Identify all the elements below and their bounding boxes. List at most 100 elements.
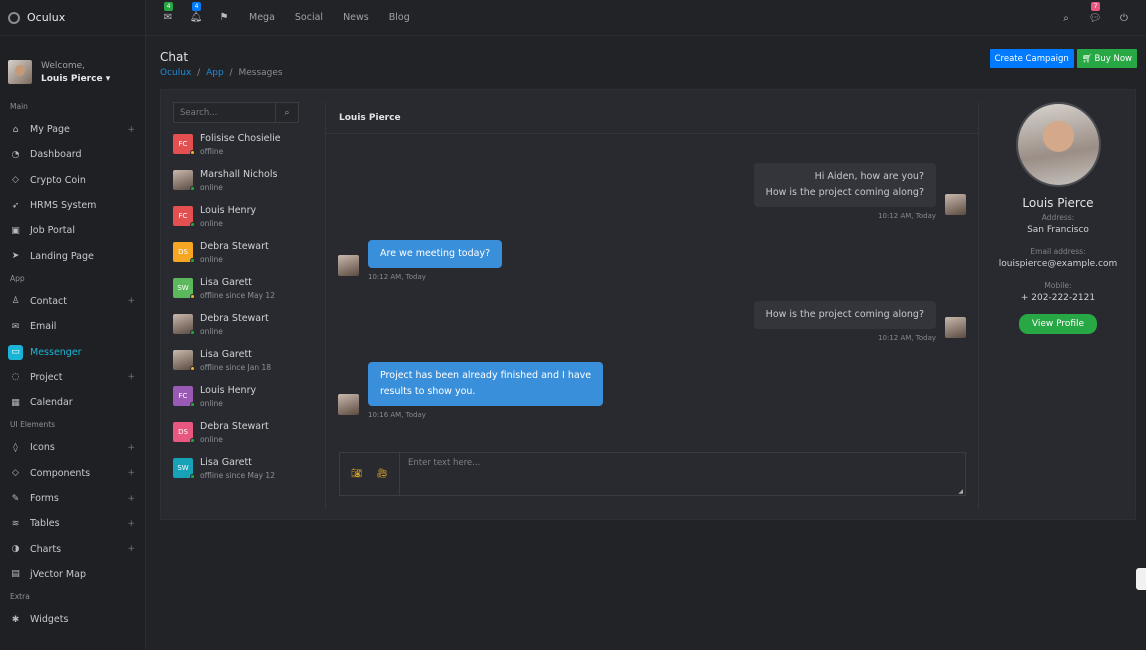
expand-icon[interactable]: + bbox=[127, 494, 135, 504]
profile-name: Louis Pierce bbox=[1022, 196, 1094, 210]
sidebar-item-icons[interactable]: ◊ Icons + bbox=[0, 435, 145, 460]
sidebar-item-label: Charts bbox=[30, 543, 62, 555]
topnav-mega[interactable]: Mega bbox=[249, 12, 275, 23]
layers-icon: ≋ bbox=[11, 518, 20, 529]
sidebar-item-label: Components bbox=[30, 467, 91, 479]
create-campaign-button[interactable]: Create Campaign bbox=[989, 49, 1074, 68]
search-icon[interactable]: ⌕ bbox=[275, 102, 298, 123]
sidebar-item-tables[interactable]: ≋ Tables + bbox=[0, 511, 145, 536]
bell-icon[interactable]: 🔔︎ 4 bbox=[189, 1, 203, 25]
camera-icon[interactable]: 📷︎ bbox=[351, 469, 362, 479]
message-line: Are we meeting today? bbox=[380, 248, 491, 259]
contact-status: offline since Jan 18 bbox=[200, 362, 272, 372]
resize-handle-icon[interactable]: ◢ bbox=[958, 488, 963, 495]
contact-status: online bbox=[200, 218, 223, 228]
message-bubble: Hi Aiden, how are you? How is the project… bbox=[753, 163, 936, 207]
expand-icon[interactable]: + bbox=[127, 443, 135, 453]
sidebar-item-email[interactable]: ✉ Email bbox=[0, 314, 145, 339]
message-time: 10:16 AM, Today bbox=[368, 411, 426, 419]
search-input[interactable]: Search... bbox=[174, 108, 275, 118]
expand-icon[interactable]: + bbox=[127, 544, 135, 554]
contact-name: Lisa Garett bbox=[200, 456, 252, 468]
settings-toggle[interactable] bbox=[1136, 568, 1146, 590]
topnav-blog[interactable]: Blog bbox=[389, 12, 410, 23]
sidebar-item-landing-page[interactable]: ➤ Landing Page bbox=[0, 243, 145, 268]
buy-now-button[interactable]: 🛒︎ Buy Now bbox=[1076, 49, 1137, 68]
avatar-initials: FC bbox=[178, 392, 188, 400]
message-outgoing: Project has been already finished and I … bbox=[368, 362, 604, 419]
power-icon[interactable]: ⏻ bbox=[1117, 11, 1131, 25]
contact-item[interactable]: DS Debra Stewart online bbox=[173, 234, 299, 270]
contact-item[interactable]: SW Lisa Garett offline since May 12 bbox=[173, 450, 299, 486]
breadcrumb-oculux[interactable]: Oculux bbox=[160, 68, 191, 78]
expand-icon[interactable]: + bbox=[127, 519, 135, 529]
expand-icon[interactable]: + bbox=[127, 296, 135, 306]
topnav-news[interactable]: News bbox=[343, 12, 369, 23]
chat-icon[interactable]: 💬︎ 7 bbox=[1088, 2, 1102, 25]
avatar bbox=[173, 350, 195, 371]
contact-name: Louis Henry bbox=[200, 384, 257, 396]
sidebar-item-hrms-system[interactable]: ➶ HRMS System bbox=[0, 193, 145, 218]
view-profile-button[interactable]: View Profile bbox=[1018, 314, 1098, 334]
chat-badge: 7 bbox=[1091, 2, 1100, 11]
mail-badge: 4 bbox=[164, 1, 173, 11]
expand-icon[interactable]: + bbox=[127, 125, 135, 135]
avatar: FC bbox=[173, 386, 195, 407]
home-icon: ⌂ bbox=[12, 124, 19, 135]
sidebar-item-forms[interactable]: ✎ Forms + bbox=[0, 486, 145, 511]
sidebar-item-contact[interactable]: ♙ Contact + bbox=[0, 289, 145, 314]
avatar bbox=[945, 317, 966, 338]
messenger-panel: Search... ⌕ FC Folisise Chosielie offline M… bbox=[160, 89, 1136, 520]
contact-item[interactable]: SW Lisa Garett offline since May 12 bbox=[173, 270, 299, 306]
sidebar-item-widgets[interactable]: ✱ Widgets bbox=[0, 607, 145, 632]
contact-item[interactable]: Marshall Nichols online bbox=[173, 162, 299, 198]
breadcrumb-app[interactable]: App bbox=[206, 68, 224, 78]
sidebar-item-charts[interactable]: ◑ Charts + bbox=[0, 536, 145, 561]
status-dot bbox=[190, 186, 195, 191]
rocket-icon: ➶ bbox=[11, 200, 20, 211]
message-input[interactable]: Enter text here... ◢ bbox=[400, 453, 965, 495]
status-dot bbox=[190, 294, 195, 299]
brand[interactable]: Oculux bbox=[0, 0, 145, 36]
sidebar-item-job-portal[interactable]: ▣ Job Portal bbox=[0, 218, 145, 243]
flag-icon[interactable]: ⚑ bbox=[217, 11, 231, 25]
contact-item[interactable]: Debra Stewart online bbox=[173, 306, 299, 342]
avatar-initials: FC bbox=[178, 140, 188, 148]
sidebar-item-calendar[interactable]: ▦ Calendar bbox=[0, 390, 145, 415]
message-line: results to show you. bbox=[380, 386, 476, 397]
sidebar-item-label: Widgets bbox=[30, 614, 69, 626]
sidebar-item-crypto-coin[interactable]: ◇ Crypto Coin bbox=[0, 168, 145, 193]
search-icon[interactable]: ⌕ bbox=[1059, 11, 1073, 25]
contact-list: FC Folisise Chosielie offline Marshall Nich… bbox=[173, 126, 299, 486]
sidebar-item-label: Crypto Coin bbox=[30, 174, 86, 186]
profile-avatar bbox=[1015, 102, 1101, 187]
sidebar-item-label: Landing Page bbox=[30, 250, 94, 262]
sidebar-item-components[interactable]: ◇ Components + bbox=[0, 461, 145, 486]
sidebar-item-project[interactable]: ◌ Project + bbox=[0, 365, 145, 390]
contact-item[interactable]: FC Louis Henry online bbox=[173, 198, 299, 234]
breadcrumb-separator: / bbox=[197, 68, 201, 78]
expand-icon[interactable]: + bbox=[127, 468, 135, 478]
contact-item[interactable]: DS Debra Stewart online bbox=[173, 414, 299, 450]
contact-item[interactable]: Lisa Garett offline since Jan 18 bbox=[173, 342, 299, 378]
sidebar-item-jvector-map[interactable]: ▤ jVector Map bbox=[0, 562, 145, 587]
avatar-initials: DS bbox=[178, 428, 188, 436]
expand-icon[interactable]: + bbox=[127, 372, 135, 382]
sidebar-item-my-page[interactable]: ⌂ My Page + bbox=[0, 117, 145, 142]
calendar-icon: ▦ bbox=[11, 397, 20, 408]
video-icon[interactable]: 🎥︎ bbox=[377, 469, 388, 479]
sidebar-item-dashboard[interactable]: ◔ Dashboard bbox=[0, 142, 145, 167]
message-bubble: How is the project coming along? bbox=[753, 301, 936, 329]
sidebar-item-label: My Page bbox=[30, 124, 70, 136]
message-time: 10:12 AM, Today bbox=[368, 273, 426, 281]
topnav-social[interactable]: Social bbox=[295, 12, 323, 23]
contact-item[interactable]: FC Folisise Chosielie offline bbox=[173, 126, 299, 162]
contact-item[interactable]: FC Louis Henry online bbox=[173, 378, 299, 414]
contact-status: offline since May 12 bbox=[200, 470, 275, 480]
sidebar-section-title: UI Elements bbox=[10, 420, 56, 430]
sidebar-item-messenger[interactable]: ▭ Messenger bbox=[0, 339, 145, 364]
contact-name: Debra Stewart bbox=[200, 312, 269, 324]
mail-icon[interactable]: ✉ 4 bbox=[161, 1, 175, 25]
message-bubble: Are we meeting today? bbox=[368, 240, 503, 268]
user-name-dropdown[interactable]: Louis Pierce ▾ bbox=[41, 74, 110, 84]
